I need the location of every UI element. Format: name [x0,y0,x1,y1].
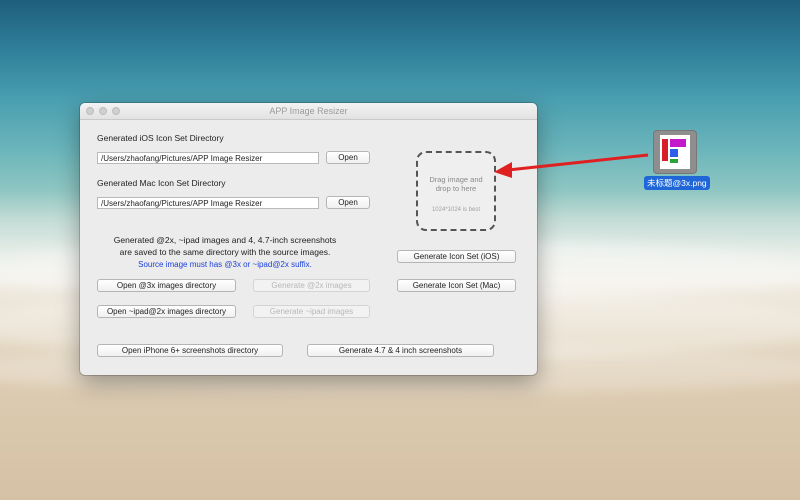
zoom-window-button[interactable] [112,107,120,115]
open-iphone6-screenshots-button[interactable]: Open iPhone 6+ screenshots directory [97,344,283,357]
ios-open-button[interactable]: Open [326,151,370,164]
window-controls [86,107,120,115]
open-ipad-images-button[interactable]: Open ~ipad@2x images directory [97,305,236,318]
generate-2x-images-button[interactable]: Generate @2x images [253,279,370,292]
mac-directory-field[interactable]: /Users/zhaofang/Pictures/APP Image Resiz… [97,197,319,209]
drop-size-hint: 1024*1024 is best [431,207,481,213]
ios-directory-label: Generated iOS Icon Set Directory [97,133,224,143]
drop-instructions: Drag image and drop to here [418,175,494,193]
drop-line-1: Drag image and [429,175,483,184]
generate-ipad-images-button[interactable]: Generate ~ipad images [253,305,370,318]
mac-open-button[interactable]: Open [326,196,370,209]
generate-ios-icon-set-button[interactable]: Generate Icon Set (iOS) [397,250,516,263]
close-window-button[interactable] [86,107,94,115]
ios-directory-field[interactable]: /Users/zhaofang/Pictures/APP Image Resiz… [97,152,319,164]
desktop-file-name[interactable]: 未标题@3x.png [644,176,710,190]
thumbnail-red-block [662,139,668,161]
desktop-file-icon[interactable] [654,131,696,173]
generate-mac-icon-set-button[interactable]: Generate Icon Set (Mac) [397,279,516,292]
info-line-1: Generated @2x, ~ipad images and 4, 4.7-i… [113,235,337,245]
drop-line-2: drop to here [435,184,477,193]
info-line-2: are saved to the same directory with the… [119,247,331,257]
window-title: APP Image Resizer [269,106,348,116]
image-drop-zone[interactable]: Drag image and drop to here 1024*1024 is… [416,151,496,231]
mac-directory-label: Generated Mac Icon Set Directory [97,178,226,188]
generate-screenshots-button[interactable]: Generate 4.7 & 4 inch screenshots [307,344,494,357]
thumbnail-green-block [670,159,678,163]
minimize-window-button[interactable] [99,107,107,115]
title-bar[interactable]: APP Image Resizer [80,103,537,120]
suffix-warning: Source image must has @3x or ~ipad@2x su… [138,260,312,269]
thumbnail-magenta-block [670,139,686,147]
open-3x-images-button[interactable]: Open @3x images directory [97,279,236,292]
thumbnail-blue-block [670,149,678,157]
app-window: APP Image Resizer Generated iOS Icon Set… [80,103,537,375]
